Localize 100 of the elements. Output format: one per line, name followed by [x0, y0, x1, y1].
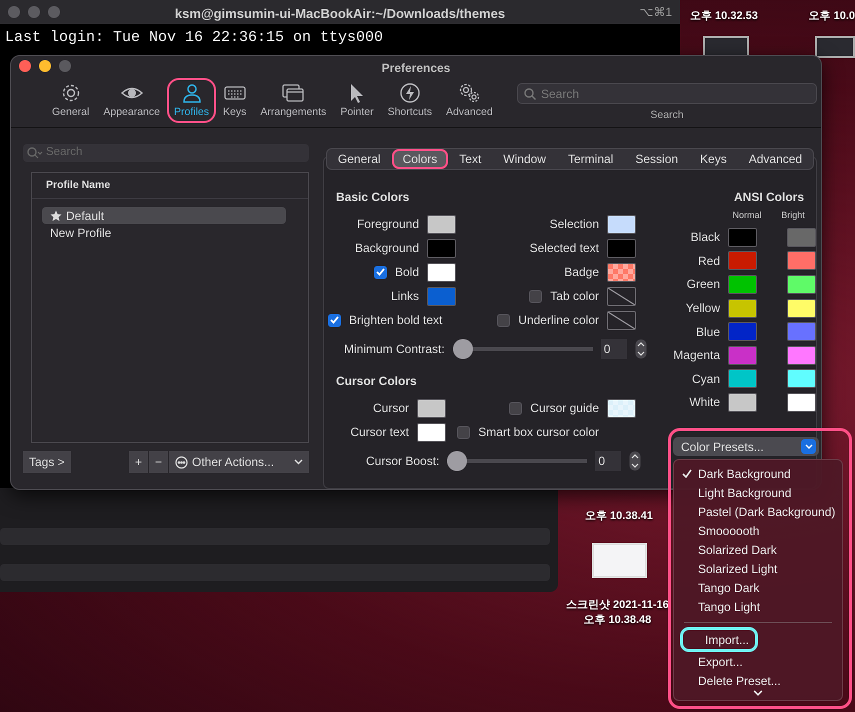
toolbar-tab[interactable]: Pointer: [333, 78, 381, 123]
checkbox[interactable]: [374, 266, 387, 278]
color-well[interactable]: [728, 228, 757, 247]
toolbar-tab[interactable]: Appearance: [96, 78, 167, 123]
color-well[interactable]: [417, 398, 446, 418]
color-well[interactable]: [728, 346, 757, 365]
tab[interactable]: Session: [624, 149, 690, 169]
color-well[interactable]: [787, 322, 816, 342]
checkmark-icon: [682, 469, 692, 478]
menu-item[interactable]: Tango Dark: [674, 578, 766, 598]
checkbox[interactable]: [328, 314, 341, 326]
color-well[interactable]: [728, 392, 757, 412]
section-title: Cursor Colors: [336, 373, 418, 390]
color-label: Cyan: [690, 370, 720, 388]
color-well[interactable]: [787, 392, 816, 412]
checkbox[interactable]: [509, 402, 522, 414]
toolbar-tab[interactable]: Advanced: [438, 78, 500, 123]
add-button[interactable]: +: [128, 451, 148, 473]
color-well[interactable]: [728, 369, 757, 388]
tab[interactable]: Advanced: [738, 149, 814, 169]
color-well[interactable]: [607, 310, 636, 330]
menu-item[interactable]: Dark Background: [674, 464, 797, 484]
color-label: Black: [690, 229, 720, 246]
slider-thumb[interactable]: [447, 451, 468, 471]
section-title: Basic Colors: [336, 189, 410, 206]
toolbar-tab[interactable]: General: [45, 78, 96, 123]
slider-thumb[interactable]: [452, 339, 473, 359]
color-well[interactable]: [787, 298, 816, 318]
checkbox[interactable]: [457, 426, 470, 438]
color-label: Selection: [550, 216, 599, 233]
gears-icon: [458, 82, 480, 104]
menu-item[interactable]: Smoooooth: [674, 521, 766, 540]
color-well[interactable]: [607, 238, 636, 258]
color-well[interactable]: [728, 298, 757, 318]
value-field[interactable]: 0: [600, 339, 627, 359]
ellipsis-circle-icon: [175, 456, 188, 468]
screenshot-thumbnail[interactable]: [815, 36, 855, 58]
color-well[interactable]: [427, 214, 456, 234]
stepper-icon[interactable]: [629, 451, 642, 471]
toolbar-tab[interactable]: Profiles: [167, 78, 216, 123]
menu-item[interactable]: Delete Preset...: [674, 671, 787, 690]
color-well[interactable]: [787, 346, 816, 365]
tab[interactable]: General: [326, 149, 392, 169]
tab[interactable]: Window: [492, 149, 557, 169]
color-well[interactable]: [427, 238, 456, 258]
checkbox[interactable]: [497, 314, 510, 326]
color-well[interactable]: [787, 369, 816, 388]
remove-button[interactable]: −: [148, 451, 168, 473]
color-well[interactable]: [427, 262, 456, 282]
color-well[interactable]: [728, 274, 757, 294]
tab[interactable]: Text: [448, 149, 492, 169]
window-control[interactable]: [19, 60, 31, 72]
tab[interactable]: Terminal: [556, 149, 624, 169]
color-presets-popup[interactable]: Color Presets...: [673, 437, 819, 456]
checkbox[interactable]: [529, 290, 542, 302]
window-control[interactable]: [39, 60, 51, 72]
caret-icon: [294, 459, 303, 465]
color-label: Green: [686, 276, 720, 294]
color-well[interactable]: [417, 422, 446, 442]
column-header: Bright: [780, 209, 806, 222]
color-well[interactable]: [607, 286, 636, 306]
toolbar-tab[interactable]: Arrangements: [253, 78, 334, 123]
lightning-icon: [398, 82, 421, 104]
color-well[interactable]: [787, 251, 816, 270]
menu-item[interactable]: Import...: [680, 627, 758, 652]
menu-item[interactable]: Tango Light: [674, 597, 766, 616]
profile-row[interactable]: Default: [42, 207, 286, 224]
color-well[interactable]: [787, 228, 816, 247]
column-header: Normal: [731, 209, 762, 222]
checkbox-label: Brighten bold text: [349, 312, 442, 329]
checkbox-label: Bold: [394, 264, 419, 281]
menu-item[interactable]: Light Background: [674, 483, 798, 502]
toolbar-tab[interactable]: Shortcuts: [380, 78, 439, 123]
windows-icon: [282, 82, 304, 104]
desktop-file-label[interactable]: 오후 10.0: [808, 9, 855, 24]
color-label: Red: [696, 252, 720, 270]
value-field[interactable]: 0: [595, 451, 622, 471]
profile-row[interactable]: New Profile: [42, 224, 286, 241]
color-well[interactable]: [728, 322, 757, 342]
desktop-file-label[interactable]: 오후 10.32.53: [690, 9, 758, 24]
menu-item[interactable]: Pastel (Dark Background): [674, 502, 842, 522]
desktop-file-label[interactable]: 오후 10.38.41: [585, 509, 653, 524]
color-well[interactable]: [728, 251, 757, 270]
tags-button[interactable]: Tags >: [23, 451, 71, 473]
desktop-file-label[interactable]: 스크린샷 2021-11-16 오후 10.38.48: [566, 598, 669, 628]
tab[interactable]: Keys: [689, 149, 738, 169]
color-well[interactable]: [787, 274, 816, 294]
stepper-icon[interactable]: [634, 339, 647, 359]
color-well[interactable]: [607, 398, 636, 418]
other-actions-button[interactable]: Other Actions...: [169, 451, 309, 473]
color-well[interactable]: [427, 286, 456, 306]
menu-item[interactable]: Solarized Light: [674, 559, 784, 578]
toolbar-tab[interactable]: Keys: [216, 78, 254, 123]
menu-item[interactable]: Export...: [674, 652, 749, 672]
star-icon: [50, 210, 62, 222]
color-well[interactable]: [607, 262, 636, 282]
search-icon: [524, 88, 536, 100]
color-well[interactable]: [607, 214, 636, 234]
tab[interactable]: Colors: [392, 149, 448, 169]
menu-item[interactable]: Solarized Dark: [674, 540, 783, 560]
